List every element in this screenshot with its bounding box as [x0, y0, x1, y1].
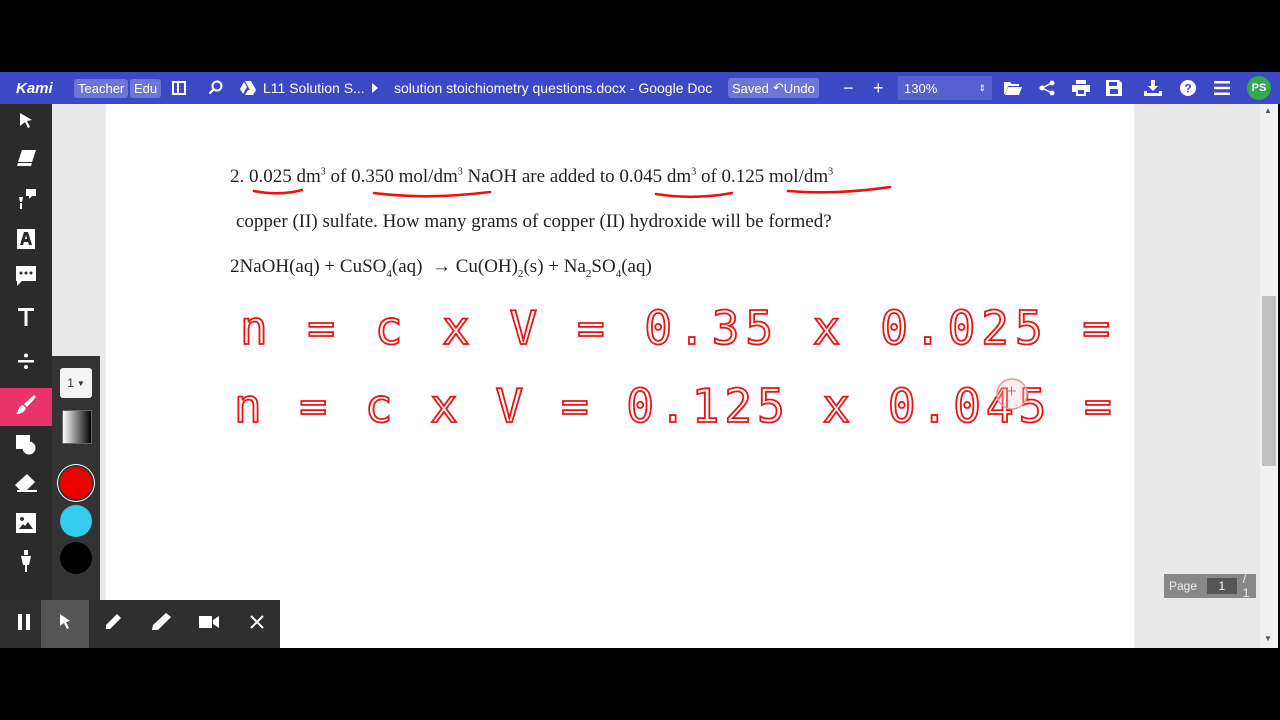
scrollbar-thumb[interactable]: [1262, 296, 1276, 466]
saved-status: Saved: [732, 80, 769, 96]
signature-tool[interactable]: [0, 544, 52, 582]
ink-handwriting-line-1: n = c x V = 0.35 x 0.025 = 0.00875 mol: [240, 301, 1134, 355]
scroll-down-arrow-icon[interactable]: ▼: [1264, 634, 1272, 643]
paintbrush-icon: [16, 394, 36, 420]
highlighter-icon: [16, 149, 36, 173]
chevron-right-icon: [371, 72, 379, 104]
edu-badge: Edu: [130, 72, 162, 104]
help-icon[interactable]: ?: [1180, 72, 1196, 104]
tool-sidebar: [0, 104, 52, 600]
color-swatch-black[interactable]: [60, 542, 92, 574]
saved-undo-group: Saved ↶ Undo: [728, 72, 819, 104]
recorder-pen-button[interactable]: [89, 600, 137, 648]
select-tool[interactable]: [0, 104, 52, 142]
recorder-close-button[interactable]: [233, 600, 281, 648]
zoom-in-button[interactable]: +: [873, 72, 884, 104]
text-box-icon: [17, 228, 35, 254]
highlight-tool[interactable]: [0, 142, 52, 180]
recorder-pointer-button[interactable]: [41, 600, 89, 648]
text-highlight-tool[interactable]: [0, 222, 52, 260]
dropdown-arrow-icon: ▼: [76, 378, 85, 388]
open-folder-icon[interactable]: [1004, 72, 1022, 104]
user-avatar[interactable]: PS: [1247, 72, 1271, 104]
select-arrows-icon: ⇕: [978, 82, 986, 93]
shapes-icon: [16, 434, 36, 460]
text-tool[interactable]: [0, 300, 52, 338]
eraser-tool[interactable]: [0, 466, 52, 504]
top-toolbar: Kami Teacher Edu L11 Solution S... solut…: [0, 72, 1280, 104]
video-camera-icon: [199, 615, 219, 634]
zoom-select[interactable]: 130% ⇕: [898, 72, 992, 104]
print-icon[interactable]: [1072, 72, 1090, 104]
cursor-icon: [18, 112, 34, 135]
opacity-slider[interactable]: [62, 410, 92, 444]
recorder-camera-button[interactable]: [185, 600, 233, 648]
page-label: Page: [1169, 579, 1198, 593]
menu-icon[interactable]: [1214, 72, 1230, 104]
undo-button[interactable]: ↶ Undo: [773, 80, 815, 96]
ink-underline: [372, 190, 492, 198]
ink-annotations[interactable]: n = c x V = 0.35 x 0.025 = 0.00875 mol n…: [106, 104, 1134, 648]
zoom-out-button[interactable]: −: [843, 72, 854, 104]
share-icon[interactable]: [1039, 72, 1055, 104]
pen-nib-icon: [19, 549, 33, 577]
page-total: / 1: [1242, 572, 1250, 600]
equation-tool[interactable]: [0, 344, 52, 382]
pause-icon: [17, 613, 31, 635]
undo-icon: ↶: [772, 80, 784, 95]
kami-logo[interactable]: Kami: [16, 72, 53, 104]
svg-text:?: ?: [1184, 82, 1191, 96]
comment-pin-tool[interactable]: [0, 182, 52, 220]
divide-icon: [18, 353, 34, 374]
breadcrumb-folder[interactable]: L11 Solution S...: [263, 72, 365, 104]
close-icon: [250, 614, 264, 634]
comment-pin-icon: [16, 188, 36, 214]
teacher-badge: Teacher: [74, 72, 129, 104]
ink-underline: [654, 191, 734, 199]
stroke-width-select[interactable]: 1 ▼: [60, 368, 92, 398]
comment-tool[interactable]: [0, 259, 52, 297]
document-page[interactable]: 2. 0.025 dm3 of 0.350 mol/dm3 NaOH are a…: [106, 104, 1134, 648]
scroll-up-arrow-icon[interactable]: ▲: [1264, 106, 1272, 115]
add-image-icon: [16, 512, 36, 538]
recorder-highlighter-button[interactable]: [137, 600, 185, 648]
text-t-icon: [18, 307, 34, 331]
download-icon[interactable]: [1144, 72, 1162, 104]
zoom-value: 130%: [904, 80, 938, 96]
page-indicator: Page 1 / 1: [1164, 572, 1256, 600]
ink-underline: [786, 185, 892, 194]
image-tool[interactable]: [0, 506, 52, 544]
eraser-icon: [15, 473, 37, 497]
search-icon[interactable]: [208, 72, 224, 104]
ink-underline: [252, 188, 304, 195]
cursor-icon: [58, 613, 72, 636]
document-title[interactable]: solution stoichiometry questions.docx - …: [394, 72, 712, 104]
shapes-tool[interactable]: [0, 428, 52, 466]
sidebar-toggle-icon[interactable]: [171, 72, 187, 104]
pencil-icon: [104, 613, 122, 636]
highlighter-icon: [150, 612, 172, 636]
save-icon[interactable]: [1106, 72, 1122, 104]
page-number-input[interactable]: 1: [1207, 578, 1237, 594]
color-swatch-red[interactable]: [60, 467, 92, 499]
drawing-tool[interactable]: [0, 388, 52, 426]
google-drive-icon: [240, 72, 256, 104]
color-swatch-cyan[interactable]: [60, 505, 92, 537]
comment-icon: [16, 265, 36, 291]
